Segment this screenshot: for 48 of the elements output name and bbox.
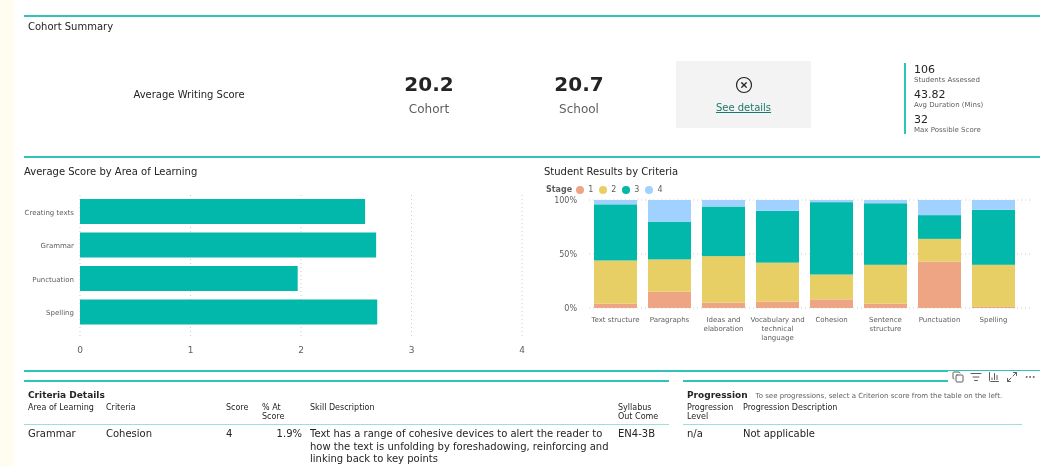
- copy-icon[interactable]: [952, 371, 964, 383]
- see-details-link[interactable]: See details: [715, 101, 772, 113]
- column-header[interactable]: Progression Description: [739, 400, 1023, 425]
- filter-icon[interactable]: [970, 371, 982, 383]
- chart-icon[interactable]: [988, 371, 1000, 383]
- stat-value: 106: [914, 62, 936, 76]
- table-title: Progression: [687, 390, 748, 400]
- axis-tick-label: 0%: [564, 304, 577, 313]
- table-cell: EN4-3B: [614, 424, 669, 466]
- column-header[interactable]: Area of Learning: [24, 400, 102, 425]
- score-value: 20.2: [404, 72, 454, 96]
- legend-label: 4: [657, 185, 663, 194]
- stat-value: 32: [914, 112, 929, 126]
- close-circle-icon[interactable]: [734, 75, 753, 94]
- column-header[interactable]: Progression Level: [683, 400, 739, 425]
- table-cell: 4: [222, 424, 258, 466]
- axis-tick-label: 2: [298, 345, 304, 355]
- section-title: Cohort Summary: [27, 20, 115, 32]
- table-cell: Grammar: [24, 424, 102, 466]
- metric-label: Average Writing Score: [132, 88, 246, 100]
- table-cell: Not applicable: [739, 424, 1023, 441]
- axis-tick-label: 50%: [559, 250, 577, 259]
- legend-label: 2: [611, 185, 617, 194]
- table-cell: Text has a range of cohesive devices to alert the reader to how the text is unfolding by foreshadowing, reinforcing and linking back to key points: [306, 424, 614, 466]
- score-label: Cohort: [408, 102, 450, 116]
- score-label: School: [559, 102, 599, 116]
- axis-tick-label: 4: [519, 345, 525, 355]
- column-header[interactable]: Skill Description: [306, 400, 614, 425]
- chart-title: Average Score by Area of Learning: [24, 166, 199, 177]
- legend-label: 1: [588, 185, 594, 194]
- legend-title: Stage: [546, 185, 573, 194]
- axis-tick-label: 1: [187, 345, 194, 355]
- axis-tick-label: 3: [408, 345, 415, 355]
- stat-value: 43.82: [914, 87, 947, 101]
- table-cell: Cohesion: [102, 424, 222, 466]
- legend-label: 3: [634, 185, 640, 194]
- table-cell: n/a: [683, 424, 739, 441]
- column-header[interactable]: Syllabus Out Come: [614, 400, 669, 425]
- chart-title: Student Results by Criteria: [544, 166, 680, 177]
- axis-tick-label: 100%: [554, 196, 577, 205]
- score-value: 20.7: [554, 72, 604, 96]
- column-header[interactable]: % At Score: [258, 400, 306, 425]
- column-header[interactable]: Score: [222, 400, 258, 425]
- column-header[interactable]: Criteria: [102, 400, 222, 425]
- table-title: Criteria Details: [27, 390, 106, 400]
- expand-icon[interactable]: [1006, 371, 1018, 383]
- table-cell: 1.9%: [258, 424, 306, 466]
- axis-tick-label: 0: [77, 345, 83, 355]
